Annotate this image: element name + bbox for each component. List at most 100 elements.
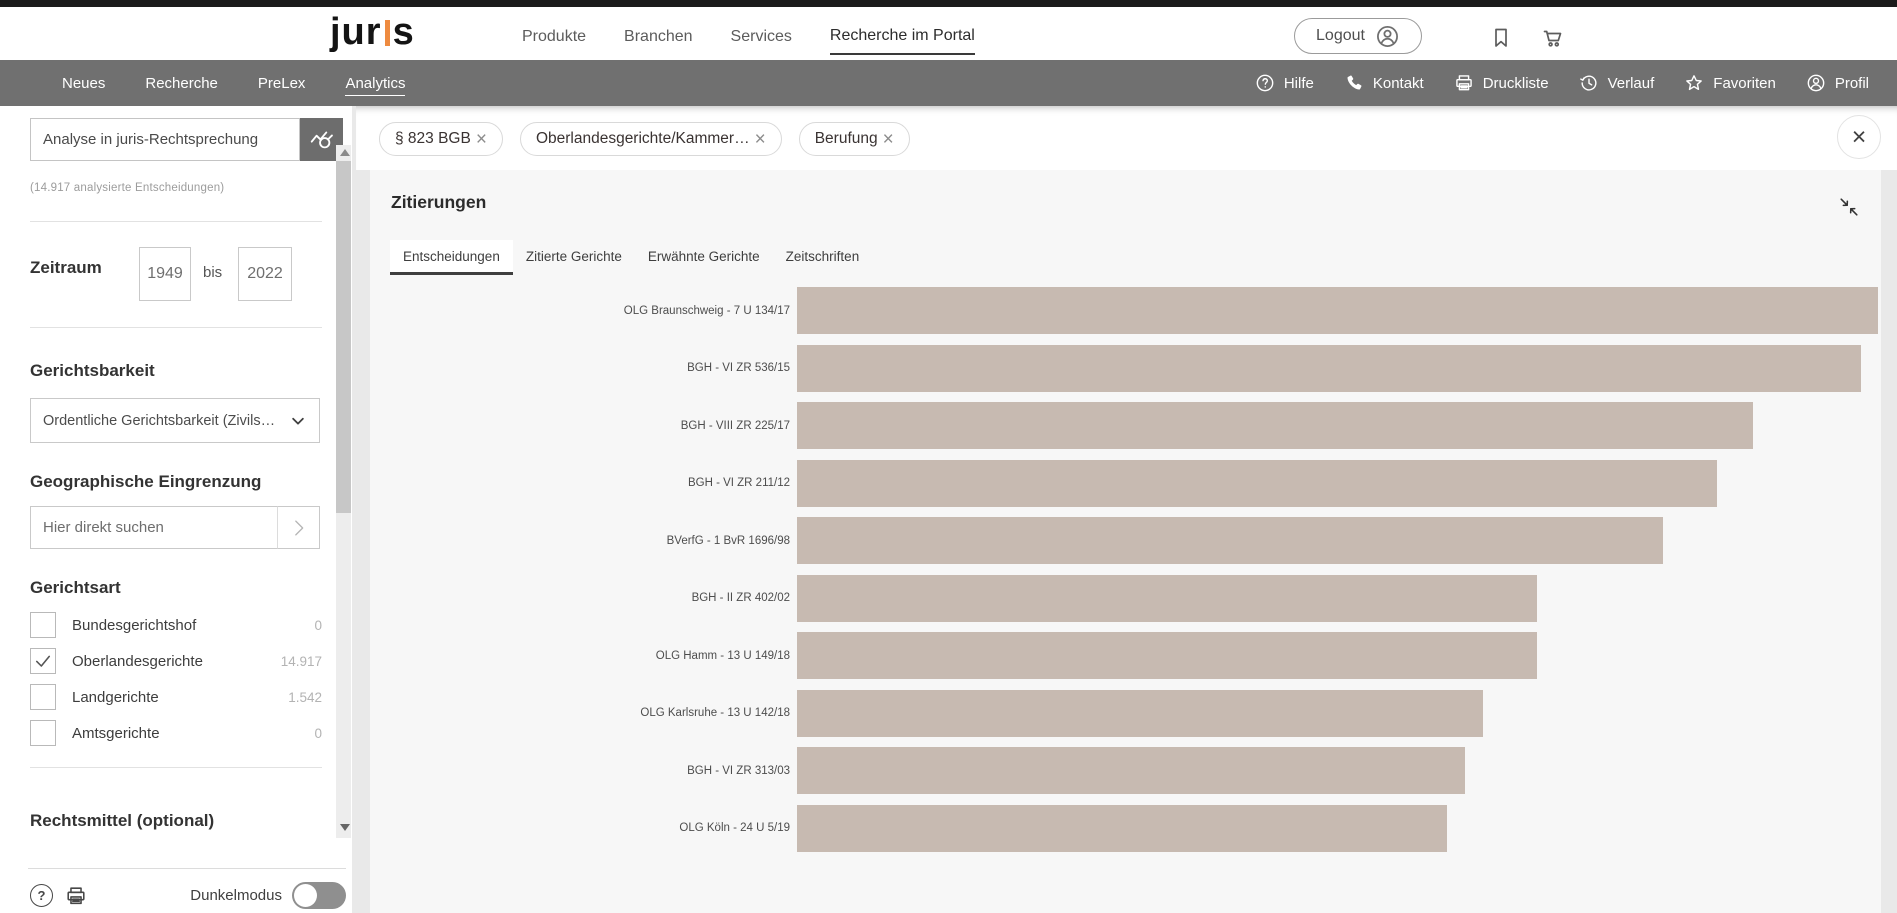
citation-bar[interactable] bbox=[797, 805, 1447, 852]
gerichtsart-option-bundesgerichtshof[interactable]: Bundesgerichtshof0 bbox=[30, 607, 322, 643]
chip-remove-icon[interactable]: × bbox=[476, 130, 487, 149]
nav-item-neues[interactable]: Neues bbox=[62, 75, 105, 92]
citation-bar[interactable] bbox=[797, 747, 1465, 794]
cart-icon[interactable] bbox=[1541, 26, 1565, 50]
citation-bar[interactable] bbox=[797, 345, 1861, 392]
bar-category-label: BGH - VI ZR 211/12 bbox=[390, 477, 790, 489]
help-icon[interactable]: ? bbox=[30, 884, 53, 907]
geo-search-input[interactable] bbox=[30, 506, 278, 549]
checkbox-unchecked[interactable] bbox=[30, 720, 56, 746]
chart-row: BVerfG - 1 BvR 1696/98 bbox=[390, 517, 1881, 564]
checkbox-label: Amtsgerichte bbox=[72, 725, 160, 742]
bar-category-label: BGH - VI ZR 536/15 bbox=[390, 362, 790, 374]
bar-track bbox=[797, 575, 1881, 622]
nav-item-druckliste[interactable]: Druckliste bbox=[1454, 73, 1549, 93]
phone-icon bbox=[1344, 73, 1364, 93]
divider bbox=[30, 767, 322, 768]
nav-item-label: Neues bbox=[62, 75, 105, 92]
filter-chip[interactable]: § 823 BGB× bbox=[379, 122, 503, 156]
printer-icon bbox=[1454, 73, 1474, 93]
juris-logo[interactable]: jurs bbox=[330, 11, 415, 54]
logout-button[interactable]: Logout bbox=[1294, 18, 1422, 54]
zeitraum-label: Zeitraum bbox=[30, 258, 102, 278]
bar-category-label: BVerfG - 1 BvR 1696/98 bbox=[390, 535, 790, 547]
logout-label: Logout bbox=[1316, 27, 1365, 45]
chevron-down-icon bbox=[289, 412, 307, 430]
tab-zeitschriften[interactable]: Zeitschriften bbox=[773, 240, 873, 275]
main-nav-right: Hilfe Kontakt Druckliste Verlauf Favoriten Pr… bbox=[1255, 60, 1869, 106]
chip-label: Berufung bbox=[815, 130, 878, 148]
checkbox-unchecked[interactable] bbox=[30, 612, 56, 638]
nav-item-kontakt[interactable]: Kontakt bbox=[1344, 73, 1424, 93]
geo-search-submit-button[interactable] bbox=[277, 506, 320, 549]
nav-item-hilfe[interactable]: Hilfe bbox=[1255, 73, 1314, 93]
filter-chip[interactable]: Berufung × bbox=[799, 122, 910, 156]
gerichtsart-option-landgerichte[interactable]: Landgerichte1.542 bbox=[30, 679, 322, 715]
nav-item-analytics[interactable]: Analytics bbox=[345, 75, 405, 92]
gerichtsart-option-oberlandesgerichte[interactable]: Oberlandesgerichte14.917 bbox=[30, 643, 322, 679]
geo-heading: Geographische Eingrenzung bbox=[30, 472, 261, 492]
chip-remove-icon[interactable]: × bbox=[883, 130, 894, 149]
checkbox-label: Oberlandesgerichte bbox=[72, 653, 203, 670]
citation-bar[interactable] bbox=[797, 460, 1717, 507]
nav-item-prelex[interactable]: PreLex bbox=[258, 75, 306, 92]
chart-row: OLG Köln - 24 U 5/19 bbox=[390, 805, 1881, 852]
bar-track bbox=[797, 287, 1881, 334]
nav-item-profil[interactable]: Profil bbox=[1806, 73, 1869, 93]
nav-item-verlauf[interactable]: Verlauf bbox=[1579, 73, 1655, 93]
citation-bar[interactable] bbox=[797, 632, 1537, 679]
citation-bar[interactable] bbox=[797, 690, 1483, 737]
citation-bar[interactable] bbox=[797, 402, 1753, 449]
dark-mode-toggle[interactable] bbox=[292, 882, 346, 909]
nav-item-label: Recherche bbox=[145, 75, 218, 92]
header-nav-services[interactable]: Services bbox=[731, 14, 792, 54]
sidebar: (14.917 analysierte Entscheidungen) Zeit… bbox=[0, 106, 352, 913]
bar-category-label: BGH - II ZR 402/02 bbox=[390, 592, 790, 604]
site-header: jurs Produkte Branchen Services Recherche i… bbox=[0, 7, 1897, 60]
result-count: 0 bbox=[314, 726, 322, 741]
analyzed-decisions-note: (14.917 analysierte Entscheidungen) bbox=[30, 182, 224, 194]
analysis-search-input[interactable] bbox=[30, 118, 300, 161]
tab-erwähnte-gerichte[interactable]: Erwähnte Gerichte bbox=[635, 240, 773, 275]
nav-item-recherche[interactable]: Recherche bbox=[145, 75, 218, 92]
sidebar-scrollbar-thumb[interactable] bbox=[336, 161, 351, 513]
citation-bar[interactable] bbox=[797, 575, 1537, 622]
zeitraum-bis-label: bis bbox=[203, 264, 222, 281]
gerichtsart-option-amtsgerichte[interactable]: Amtsgerichte 0 bbox=[30, 715, 322, 751]
scroll-down-arrow-icon[interactable] bbox=[340, 824, 350, 831]
gerichtsbarkeit-select[interactable]: Ordentliche Gerichtsbarkeit (Zivils… bbox=[30, 398, 320, 443]
header-nav-branchen[interactable]: Branchen bbox=[624, 14, 693, 54]
header-nav-produkte[interactable]: Produkte bbox=[522, 14, 586, 54]
dark-mode-label: Dunkelmodus bbox=[190, 887, 282, 904]
citation-bar[interactable] bbox=[797, 287, 1878, 334]
chart-row: OLG Karlsruhe - 13 U 142/18 bbox=[390, 690, 1881, 737]
nav-item-favoriten[interactable]: Favoriten bbox=[1684, 73, 1776, 93]
bar-track bbox=[797, 690, 1881, 737]
header-nav-recherche-im-portal[interactable]: Recherche im Portal bbox=[830, 13, 975, 55]
checkbox-unchecked[interactable] bbox=[30, 684, 56, 710]
citation-bar[interactable] bbox=[797, 517, 1663, 564]
citations-panel: Zitierungen EntscheidungenZitierte Geric… bbox=[370, 170, 1881, 913]
checkbox-label: Landgerichte bbox=[72, 689, 159, 706]
checkbox-checked[interactable] bbox=[30, 648, 56, 674]
zeitraum-to-input[interactable] bbox=[238, 247, 292, 301]
zeitraum-from-input[interactable] bbox=[139, 247, 191, 301]
print-icon[interactable] bbox=[65, 885, 87, 907]
bar-track bbox=[797, 632, 1881, 679]
filter-chips: § 823 BGB× Oberlandesgerichte/Kammer…× Ber… bbox=[379, 122, 910, 156]
bar-track bbox=[797, 517, 1881, 564]
collapse-panel-icon[interactable] bbox=[1838, 196, 1860, 218]
scroll-up-arrow-icon[interactable] bbox=[340, 149, 350, 156]
gerichtsart-checkbox-list: Bundesgerichtshof0Oberlandesgerichte14.9… bbox=[30, 607, 322, 751]
bar-track bbox=[797, 805, 1881, 852]
tab-entscheidungen[interactable]: Entscheidungen bbox=[390, 240, 513, 275]
filter-chip[interactable]: Oberlandesgerichte/Kammer…× bbox=[520, 122, 782, 156]
chart-row: BGH - VI ZR 536/15 bbox=[390, 345, 1881, 392]
logo-orange-stripe-icon bbox=[385, 20, 390, 46]
chip-remove-icon[interactable]: × bbox=[755, 130, 766, 149]
panel-title: Zitierungen bbox=[391, 192, 486, 213]
tab-zitierte-gerichte[interactable]: Zitierte Gerichte bbox=[513, 240, 635, 275]
close-analysis-button[interactable]: × bbox=[1837, 115, 1881, 159]
bookmark-icon[interactable] bbox=[1489, 26, 1513, 50]
bar-category-label: OLG Karlsruhe - 13 U 142/18 bbox=[390, 707, 790, 719]
